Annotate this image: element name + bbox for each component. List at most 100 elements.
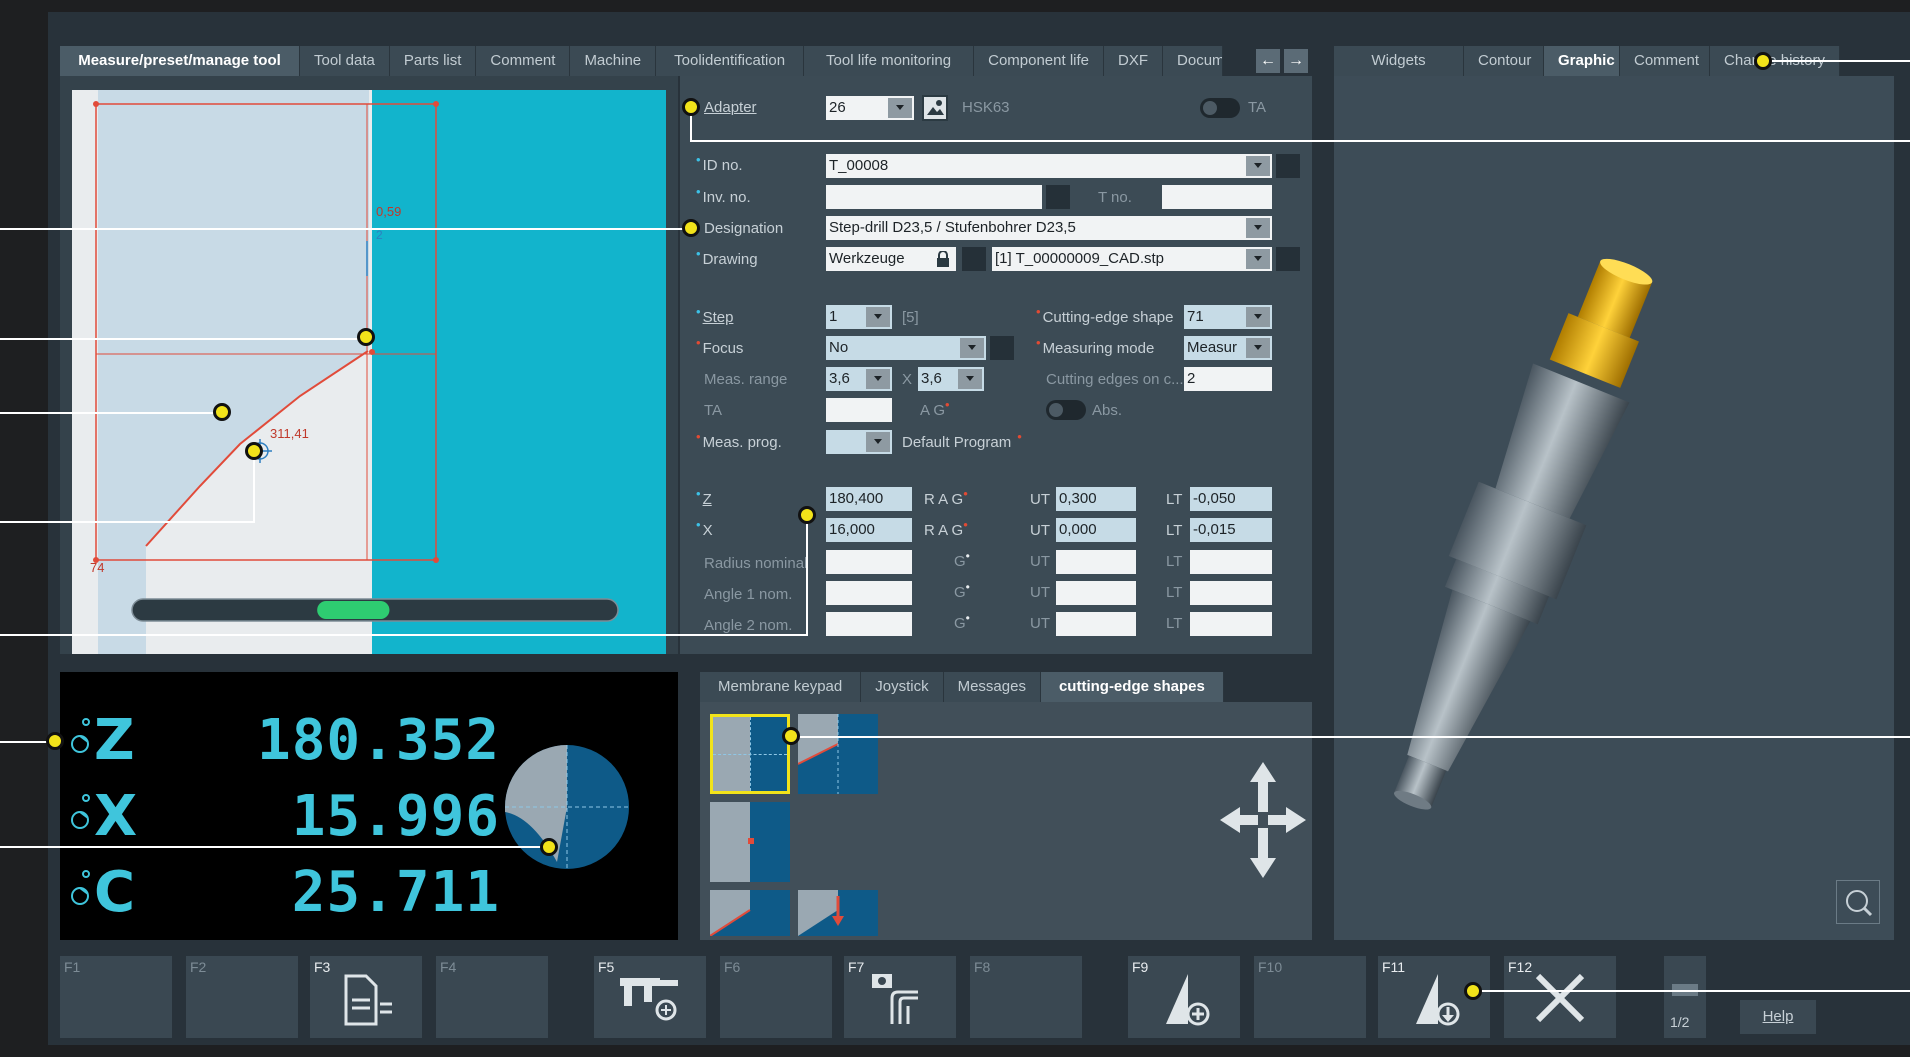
shape-tile-5[interactable]	[798, 890, 878, 936]
shape-tile-1[interactable]	[710, 714, 790, 794]
tab-tool-data[interactable]: Tool data	[300, 46, 390, 76]
fkey-f9[interactable]: F9	[1128, 956, 1240, 1038]
progress-thumb[interactable]	[317, 601, 390, 619]
tab-dxf[interactable]: DXF	[1104, 46, 1164, 76]
tab-comment[interactable]: Comment	[476, 46, 571, 76]
fkey-f8[interactable]: F8	[970, 956, 1082, 1038]
ta-toggle[interactable]	[1200, 98, 1240, 118]
adapter-select[interactable]: 26	[826, 96, 914, 120]
angle2-lt-field[interactable]	[1190, 612, 1272, 636]
angle2-field[interactable]	[826, 612, 912, 636]
inv-action-button[interactable]	[1046, 185, 1070, 209]
angle1-lt-field[interactable]	[1190, 581, 1272, 605]
callout-line-fields-v	[806, 516, 808, 636]
zoom-fit-button[interactable]	[1836, 880, 1880, 924]
tab-tool-life[interactable]: Tool life monitoring	[804, 46, 975, 76]
angle1-ut-field[interactable]	[1056, 581, 1136, 605]
x-ut-field[interactable]: 0,000	[1056, 518, 1136, 542]
id-no-value: T_00008	[829, 157, 889, 174]
ta-toggle-label: TA	[1248, 99, 1267, 116]
x-rag-label: R A G•	[924, 517, 970, 539]
z-lt-field[interactable]: -0,050	[1190, 487, 1272, 511]
shape-tile-3[interactable]	[710, 802, 790, 882]
fkey-f4[interactable]: F4	[436, 956, 548, 1038]
z-lt-label: LT	[1166, 491, 1183, 508]
x-lt-field[interactable]: -0,015	[1190, 518, 1272, 542]
cutting-edges-field[interactable]: 2	[1184, 367, 1272, 391]
page-toggle-button[interactable]: 1/2	[1664, 956, 1706, 1038]
tab-messages[interactable]: Messages	[943, 672, 1041, 702]
ta-label: TA	[704, 402, 723, 419]
meas-range-2-select[interactable]: 3,6	[918, 367, 984, 391]
tab-graphic[interactable]: Graphic	[1544, 46, 1620, 76]
t-no-field[interactable]	[1162, 185, 1272, 209]
designation-label: Designation	[704, 220, 784, 237]
tab-component-life[interactable]: Component life	[974, 46, 1105, 76]
id-no-field[interactable]: T_00008	[826, 154, 1272, 178]
contour-view[interactable]: 0,59 2 311,41 74	[60, 76, 678, 656]
shape-tile-2[interactable]	[798, 714, 878, 794]
fkey-f3[interactable]: F3	[310, 956, 422, 1038]
designation-field[interactable]: Step-drill D23,5 / Stufenbohrer D23,5	[826, 216, 1272, 240]
graphic-3d-view[interactable]	[1334, 76, 1894, 940]
tool-3d-model	[1393, 258, 1653, 810]
tab-parts-list[interactable]: Parts list	[389, 46, 477, 76]
callout-line-history	[1764, 60, 1910, 62]
tab-contour[interactable]: Contour	[1464, 46, 1544, 76]
focus-action-button[interactable]	[990, 336, 1014, 360]
tab-measure[interactable]: Measure/preset/manage tool	[60, 46, 300, 76]
drawing-category-field[interactable]: Werkzeuge	[826, 247, 956, 271]
angle2-ut-field[interactable]	[1056, 612, 1136, 636]
required-marker: •	[965, 549, 970, 563]
tab-joystick[interactable]: Joystick	[861, 672, 944, 702]
tab-scroll-right-button[interactable]: →	[1284, 49, 1308, 73]
tab-machine[interactable]: Machine	[570, 46, 657, 76]
focus-select[interactable]: No	[826, 336, 986, 360]
tab-toolidentification[interactable]: Toolidentification	[656, 46, 805, 76]
cutting-edge-shape-select[interactable]: 71	[1184, 305, 1272, 329]
drawing-file-field[interactable]: [1] T_00000009_CAD.stp	[992, 247, 1272, 271]
drawing-action-button[interactable]	[962, 247, 986, 271]
dim-left-label: 74	[90, 560, 105, 575]
step-select[interactable]: 1	[826, 305, 892, 329]
callout-marker	[782, 727, 800, 745]
measuring-mode-select[interactable]: Measur	[1184, 336, 1272, 360]
fkey-f8-label: F8	[974, 959, 991, 975]
x-nominal-field[interactable]: 16,000	[826, 518, 912, 542]
tab-scroll-left-button[interactable]: ←	[1256, 49, 1280, 73]
fkey-f6[interactable]: F6	[720, 956, 832, 1038]
radius-ut-label: UT	[1030, 553, 1050, 570]
fkey-f12[interactable]: F12	[1504, 956, 1616, 1038]
id-action-button[interactable]	[1276, 154, 1300, 178]
tab-cutting-edge-shapes[interactable]: cutting-edge shapes	[1040, 672, 1224, 702]
fkey-f7[interactable]: F7	[844, 956, 956, 1038]
inv-no-field[interactable]	[826, 185, 1042, 209]
fkey-f10[interactable]: F10	[1254, 956, 1366, 1038]
tab-right-comment[interactable]: Comment	[1620, 46, 1710, 76]
angle1-field[interactable]	[826, 581, 912, 605]
drawing-open-button[interactable]	[1276, 247, 1300, 271]
tab-documents[interactable]: Documen	[1163, 46, 1224, 76]
meas-prog-select[interactable]	[826, 430, 892, 454]
abs-toggle[interactable]	[1046, 400, 1086, 420]
help-button[interactable]: Help	[1740, 1000, 1816, 1034]
lock-icon	[937, 251, 949, 267]
z-nominal-field[interactable]: 180,400	[826, 487, 912, 511]
meas-range-1-select[interactable]: 3,6	[826, 367, 892, 391]
x-label: • X	[696, 517, 713, 539]
tab-membrane-keypad[interactable]: Membrane keypad	[700, 672, 862, 702]
radius-nominal-field[interactable]	[826, 550, 912, 574]
z-ut-field[interactable]: 0,300	[1056, 487, 1136, 511]
tab-widgets[interactable]: Widgets	[1334, 46, 1464, 76]
ta-field[interactable]	[826, 398, 892, 422]
required-marker: •	[696, 486, 701, 501]
move-arrows-icon[interactable]	[1218, 760, 1308, 880]
fkey-f5[interactable]: F5	[594, 956, 706, 1038]
fkey-f4-label: F4	[440, 959, 457, 975]
fkey-f1[interactable]: F1	[60, 956, 172, 1038]
radius-lt-field[interactable]	[1190, 550, 1272, 574]
shape-tile-4[interactable]	[710, 890, 790, 936]
image-icon[interactable]	[922, 95, 948, 121]
radius-ut-field[interactable]	[1056, 550, 1136, 574]
fkey-f2[interactable]: F2	[186, 956, 298, 1038]
